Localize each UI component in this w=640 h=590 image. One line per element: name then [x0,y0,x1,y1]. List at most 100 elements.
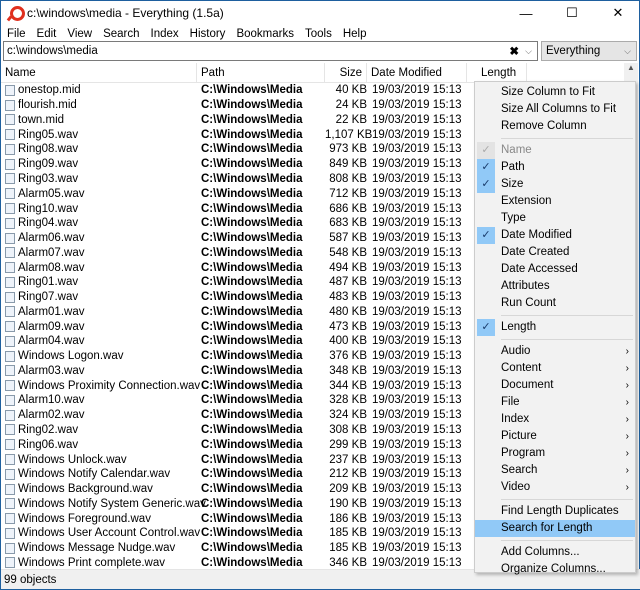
menu-tools[interactable]: Tools [299,28,337,40]
table-row[interactable]: Ring09.wavC:\Windows\Media849 KB19/03/20… [1,157,471,172]
menu-item-date-modified[interactable]: ✓Date Modified [475,227,635,244]
column-name[interactable]: Name [1,63,197,82]
menu-item-document[interactable]: Document› [475,377,635,394]
table-row[interactable]: Alarm02.wavC:\Windows\Media324 KB19/03/2… [1,408,471,423]
table-row[interactable]: Ring05.wavC:\Windows\Media1,107 KB19/03/… [1,127,471,142]
menu-help[interactable]: Help [337,28,372,40]
table-row[interactable]: town.midC:\Windows\Media22 KB19/03/2019 … [1,113,471,128]
column-date-modified[interactable]: Date Modified [367,63,467,82]
table-row[interactable]: Ring08.wavC:\Windows\Media973 KB19/03/20… [1,142,471,157]
table-row[interactable]: onestop.midC:\Windows\Media40 KB19/03/20… [1,83,471,98]
table-row[interactable]: Ring06.wavC:\Windows\Media299 KB19/03/20… [1,437,471,452]
cell-name: town.mid [1,114,197,126]
table-row[interactable]: Alarm08.wavC:\Windows\Media494 KB19/03/2… [1,260,471,275]
maximize-button[interactable]: ☐ [549,1,595,25]
audio-file-icon [5,233,15,244]
cell-name: Windows Print complete.wav [1,557,197,569]
close-button[interactable]: ✕ [595,1,640,25]
menu-item-size[interactable]: ✓Size [475,176,635,193]
table-row[interactable]: Windows Background.wavC:\Windows\Media20… [1,482,471,497]
table-row[interactable]: Windows Unlock.wavC:\Windows\Media237 KB… [1,452,471,467]
column-size[interactable]: Size [325,63,367,82]
audio-file-icon [5,114,15,125]
table-row[interactable]: Ring07.wavC:\Windows\Media483 KB19/03/20… [1,290,471,305]
table-row[interactable]: Windows Logon.wavC:\Windows\Media376 KB1… [1,349,471,364]
menu-history[interactable]: History [184,28,231,40]
audio-file-icon [5,85,15,96]
menu-item-organize-columns[interactable]: Organize Columns... [475,561,635,578]
table-row[interactable]: Alarm05.wavC:\Windows\Media712 KB19/03/2… [1,186,471,201]
menu-view[interactable]: View [61,28,97,40]
table-row[interactable]: Ring04.wavC:\Windows\Media683 KB19/03/20… [1,216,471,231]
menu-item-size-column-to-fit[interactable]: Size Column to Fit [475,84,635,101]
table-row[interactable]: flourish.midC:\Windows\Media24 KB19/03/2… [1,98,471,113]
table-row[interactable]: Windows User Account Control.wavC:\Windo… [1,526,471,541]
menu-item-program[interactable]: Program› [475,445,635,462]
table-row[interactable]: Alarm06.wavC:\Windows\Media587 KB19/03/2… [1,231,471,246]
cell-path: C:\Windows\Media [197,394,325,406]
audio-file-icon [5,262,15,273]
menu-item-remove-column[interactable]: Remove Column [475,118,635,135]
table-row[interactable]: Ring02.wavC:\Windows\Media308 KB19/03/20… [1,423,471,438]
menu-item-content[interactable]: Content› [475,360,635,377]
table-row[interactable]: Alarm03.wavC:\Windows\Media348 KB19/03/2… [1,364,471,379]
file-name: Ring02.wav [18,424,78,436]
menu-item-type[interactable]: Type [475,210,635,227]
submenu-arrow-icon: › [626,394,629,411]
filter-select[interactable]: Everything ⌵ [541,41,637,61]
menu-item-video[interactable]: Video› [475,479,635,496]
audio-file-icon [5,173,15,184]
menu-item-picture[interactable]: Picture› [475,428,635,445]
table-row[interactable]: Ring10.wavC:\Windows\Media686 KB19/03/20… [1,201,471,216]
cell-size: 24 KB [325,99,367,111]
table-row[interactable]: Alarm04.wavC:\Windows\Media400 KB19/03/2… [1,334,471,349]
search-history-chevron-icon[interactable]: ⌵ [525,46,532,57]
menu-item-label: Add Columns... [501,546,580,558]
column-length[interactable]: Length [467,63,527,82]
menu-item-length[interactable]: ✓Length [475,319,635,336]
menu-item-index[interactable]: Index› [475,411,635,428]
table-row[interactable]: Windows Foreground.wavC:\Windows\Media18… [1,511,471,526]
menu-item-date-accessed[interactable]: Date Accessed [475,261,635,278]
file-name: Windows Notify System Generic.wav [18,498,206,510]
cell-name: Windows Proximity Connection.wav [1,380,197,392]
menu-item-find-length-duplicates[interactable]: Find Length Duplicates [475,503,635,520]
menu-bookmarks[interactable]: Bookmarks [230,28,299,40]
file-name: Alarm10.wav [18,394,84,406]
table-row[interactable]: Windows Notify System Generic.wavC:\Wind… [1,496,471,511]
table-row[interactable]: Ring03.wavC:\Windows\Media808 KB19/03/20… [1,172,471,187]
menu-file[interactable]: File [1,28,31,40]
menu-item-search[interactable]: Search› [475,462,635,479]
table-row[interactable]: Alarm01.wavC:\Windows\Media480 KB19/03/2… [1,304,471,319]
menu-edit[interactable]: Edit [31,28,62,40]
menu-item-path[interactable]: ✓Path [475,159,635,176]
table-row[interactable]: Windows Notify Calendar.wavC:\Windows\Me… [1,467,471,482]
menu-search[interactable]: Search [97,28,144,40]
menu-item-size-all-columns-to-fit[interactable]: Size All Columns to Fit [475,101,635,118]
column-path[interactable]: Path [197,63,325,82]
cell-date-modified: 19/03/2019 15:13 [367,365,467,377]
menu-item-name[interactable]: ✓Name [475,142,635,159]
table-row[interactable]: Windows Proximity Connection.wavC:\Windo… [1,378,471,393]
table-row[interactable]: Alarm09.wavC:\Windows\Media473 KB19/03/2… [1,319,471,334]
clear-search-icon[interactable]: ✖ [509,44,519,58]
table-row[interactable]: Windows Message Nudge.wavC:\Windows\Medi… [1,541,471,556]
menu-item-add-columns[interactable]: Add Columns... [475,544,635,561]
cell-date-modified: 19/03/2019 15:13 [367,542,467,554]
menu-item-label: Length [501,321,536,333]
scroll-up-icon[interactable]: ▲ [624,63,638,72]
menu-item-attributes[interactable]: Attributes [475,278,635,295]
table-row[interactable]: Alarm10.wavC:\Windows\Media328 KB19/03/2… [1,393,471,408]
minimize-button[interactable]: — [503,1,549,25]
cell-path: C:\Windows\Media [197,262,325,274]
menu-item-run-count[interactable]: Run Count [475,295,635,312]
menu-item-search-for-length[interactable]: Search for Length [475,520,635,537]
table-row[interactable]: Ring01.wavC:\Windows\Media487 KB19/03/20… [1,275,471,290]
table-row[interactable]: Alarm07.wavC:\Windows\Media548 KB19/03/2… [1,245,471,260]
menu-item-date-created[interactable]: Date Created [475,244,635,261]
search-input[interactable]: c:\windows\media ✖ ⌵ [3,41,538,61]
menu-item-file[interactable]: File› [475,394,635,411]
menu-item-audio[interactable]: Audio› [475,343,635,360]
menu-item-extension[interactable]: Extension [475,193,635,210]
menu-index[interactable]: Index [145,28,184,40]
